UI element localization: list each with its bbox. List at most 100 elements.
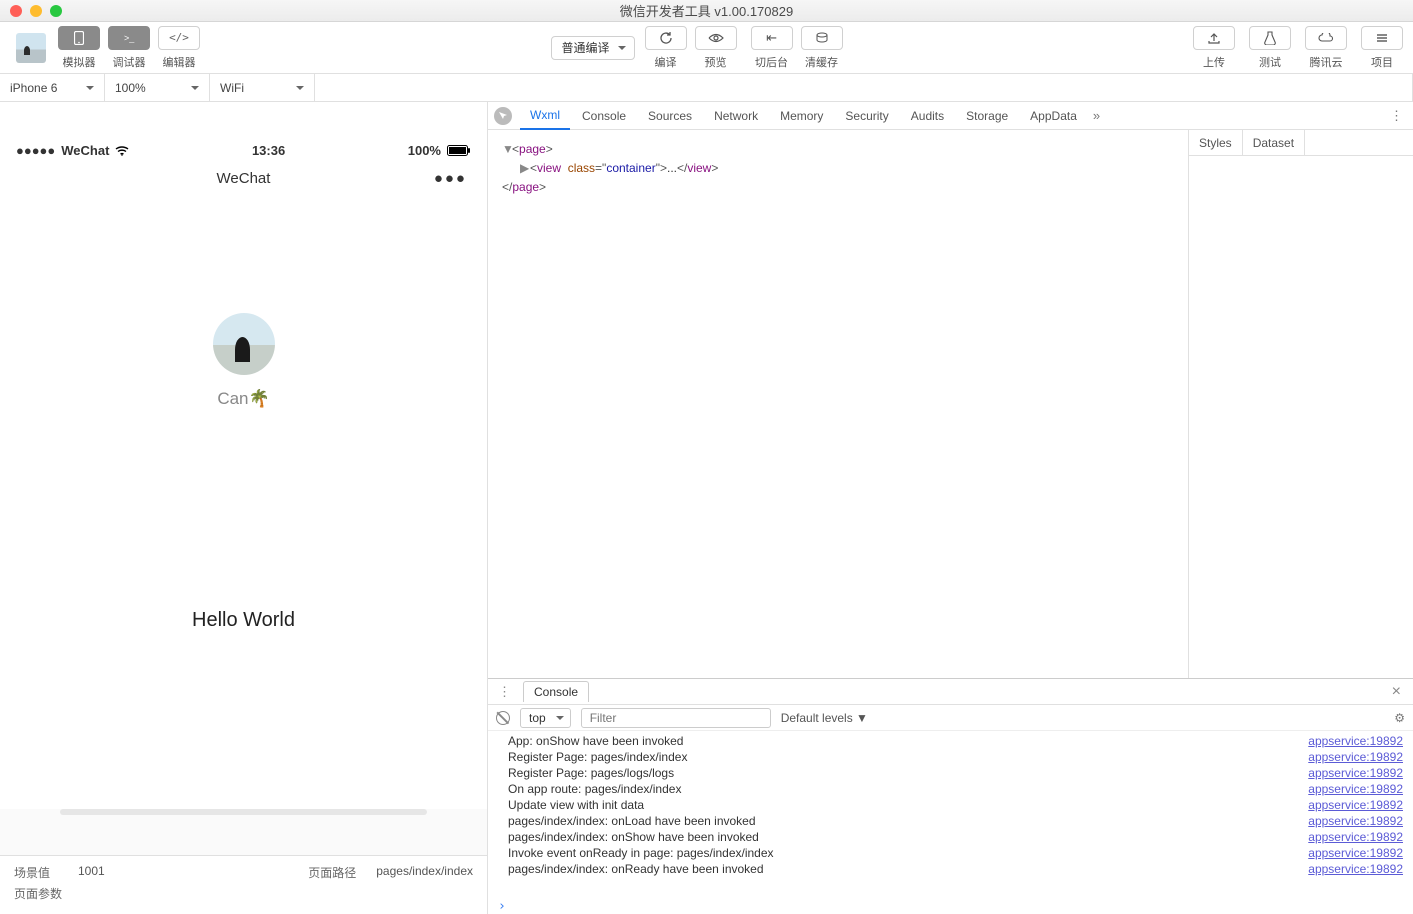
user-avatar[interactable] [16,33,46,63]
simulator-pane: ●●●●● WeChat 13:36 100% WeChat ●●● Can🌴 … [0,102,488,914]
signal-dots-icon: ●●●●● [16,143,55,158]
dataset-tab[interactable]: Dataset [1243,130,1305,155]
console-prompt[interactable]: › [488,899,1413,914]
console-line: Register Page: pages/logs/logsappservice… [488,765,1413,781]
console-source-link[interactable]: appservice:19892 [1308,766,1403,780]
chevron-down-icon [191,86,199,94]
chevron-down-icon [296,86,304,94]
params-label: 页面参数 [14,885,62,902]
nav-title: WeChat [217,170,271,187]
zoom-select[interactable]: 100% [105,74,210,102]
preview-button[interactable]: 预览 [695,26,737,70]
action-group-2: ⇤ 切后台 清缓存 [751,26,843,70]
device-select[interactable]: iPhone 6 [0,74,105,102]
devtools-tab-wxml[interactable]: Wxml [520,102,570,130]
devtools-tab-security[interactable]: Security [835,102,898,130]
maximize-window-button[interactable] [50,5,62,17]
devtools-tab-network[interactable]: Network [704,102,768,130]
drawer-menu-icon[interactable]: ⋮ [494,684,515,700]
more-tabs-icon[interactable]: » [1093,108,1100,123]
window-title: 微信开发者工具 v1.00.170829 [620,1,793,20]
battery-icon [447,145,471,156]
console-source-link[interactable]: appservice:19892 [1308,782,1403,796]
network-select[interactable]: WiFi [210,74,315,102]
styles-tab[interactable]: Styles [1189,130,1243,155]
nav-more-icon[interactable]: ●●● [434,170,467,187]
console-line: Update view with init dataappservice:198… [488,797,1413,813]
debugger-button[interactable]: >_ 调试器 [108,26,150,70]
tencent-cloud-button[interactable]: 腾讯云 [1305,26,1347,70]
console-filter-input[interactable] [581,708,771,728]
project-button[interactable]: 项目 [1361,26,1403,70]
svg-text:>_: >_ [124,33,135,43]
close-drawer-icon[interactable]: × [1386,683,1407,701]
console-settings-icon[interactable]: ⚙ [1394,711,1405,725]
console-controls: top Default levels ▼ ⚙ [488,705,1413,731]
wxml-tree[interactable]: ▼<page> ▶<view class="container">...</vi… [488,130,1188,678]
console-line: Invoke event onReady in page: pages/inde… [488,845,1413,861]
console-line: Register Page: pages/index/indexappservi… [488,749,1413,765]
path-value: pages/index/index [376,864,473,881]
upload-button[interactable]: 上传 [1193,26,1235,70]
side-panel-tabs: Styles Dataset [1189,130,1413,156]
scene-value: 1001 [78,864,105,881]
main-area: ●●●●● WeChat 13:36 100% WeChat ●●● Can🌴 … [0,102,1413,914]
devtools-body: ▼<page> ▶<view class="container">...</vi… [488,130,1413,678]
path-label: 页面路径 [308,864,356,881]
console-source-link[interactable]: appservice:19892 [1308,798,1403,812]
view-mode-group: 模拟器 >_ 调试器 </> 编辑器 [58,26,200,70]
devtools-tab-sources[interactable]: Sources [638,102,702,130]
console-source-link[interactable]: appservice:19892 [1308,846,1403,860]
chevron-down-icon [86,86,94,94]
console-source-link[interactable]: appservice:19892 [1308,734,1403,748]
toolbar-right-group: 上传 测试 腾讯云 项目 [1193,26,1403,70]
console-output[interactable]: App: onShow have been invokedappservice:… [488,731,1413,899]
console-drawer: ⋮ Console × top Default levels ▼ ⚙ App: … [488,678,1413,914]
simulator-options-bar: iPhone 6 100% WiFi [0,74,1413,102]
devtools-tab-audits[interactable]: Audits [901,102,954,130]
devtools-tab-appdata[interactable]: AppData [1020,102,1087,130]
wifi-icon [115,146,129,156]
close-window-button[interactable] [10,5,22,17]
background-button[interactable]: ⇤ 切后台 [751,26,793,70]
devtools-tabs: WxmlConsoleSourcesNetworkMemorySecurityA… [488,102,1413,130]
phone-status-bar: ●●●●● WeChat 13:36 100% [0,137,487,164]
console-tab[interactable]: Console [523,681,589,702]
phone-time: 13:36 [252,143,285,158]
devtools-menu-icon[interactable]: ⋮ [1380,108,1413,124]
devtools-pane: WxmlConsoleSourcesNetworkMemorySecurityA… [488,102,1413,914]
phone-screen: ●●●●● WeChat 13:36 100% WeChat ●●● Can🌴 … [0,102,487,809]
simulator-button[interactable]: 模拟器 [58,26,100,70]
action-group-1: 编译 预览 [645,26,737,70]
console-line: On app route: pages/index/indexappservic… [488,781,1413,797]
test-button[interactable]: 测试 [1249,26,1291,70]
clear-console-icon[interactable] [496,711,510,725]
clear-cache-button[interactable]: 清缓存 [801,26,843,70]
console-source-link[interactable]: appservice:19892 [1308,750,1403,764]
console-line: App: onShow have been invokedappservice:… [488,733,1413,749]
devtools-tab-storage[interactable]: Storage [956,102,1018,130]
console-source-link[interactable]: appservice:19892 [1308,814,1403,828]
simulator-scrollbar[interactable] [60,809,427,815]
hello-text: Hello World [192,609,295,632]
devtools-tab-memory[interactable]: Memory [770,102,833,130]
console-line: pages/index/index: onShow have been invo… [488,829,1413,845]
user-avatar-large[interactable] [213,313,275,375]
page-content: Can🌴 Hello World [0,193,487,632]
devtools-side-panel: Styles Dataset [1188,130,1413,678]
console-line: pages/index/index: onReady have been inv… [488,861,1413,877]
drawer-header: ⋮ Console × [488,679,1413,705]
console-source-link[interactable]: appservice:19892 [1308,862,1403,876]
devtools-tab-console[interactable]: Console [572,102,636,130]
username-label: Can🌴 [217,389,269,409]
console-line: pages/index/index: onLoad have been invo… [488,813,1413,829]
editor-button[interactable]: </> 编辑器 [158,26,200,70]
console-source-link[interactable]: appservice:19892 [1308,830,1403,844]
element-picker-icon[interactable] [494,107,512,125]
minimize-window-button[interactable] [30,5,42,17]
compile-button[interactable]: 编译 [645,26,687,70]
log-levels-select[interactable]: Default levels ▼ [781,711,868,725]
context-select[interactable]: top [520,708,571,728]
compile-mode-select[interactable]: 普通编译 [551,36,635,60]
traffic-lights [0,5,62,17]
